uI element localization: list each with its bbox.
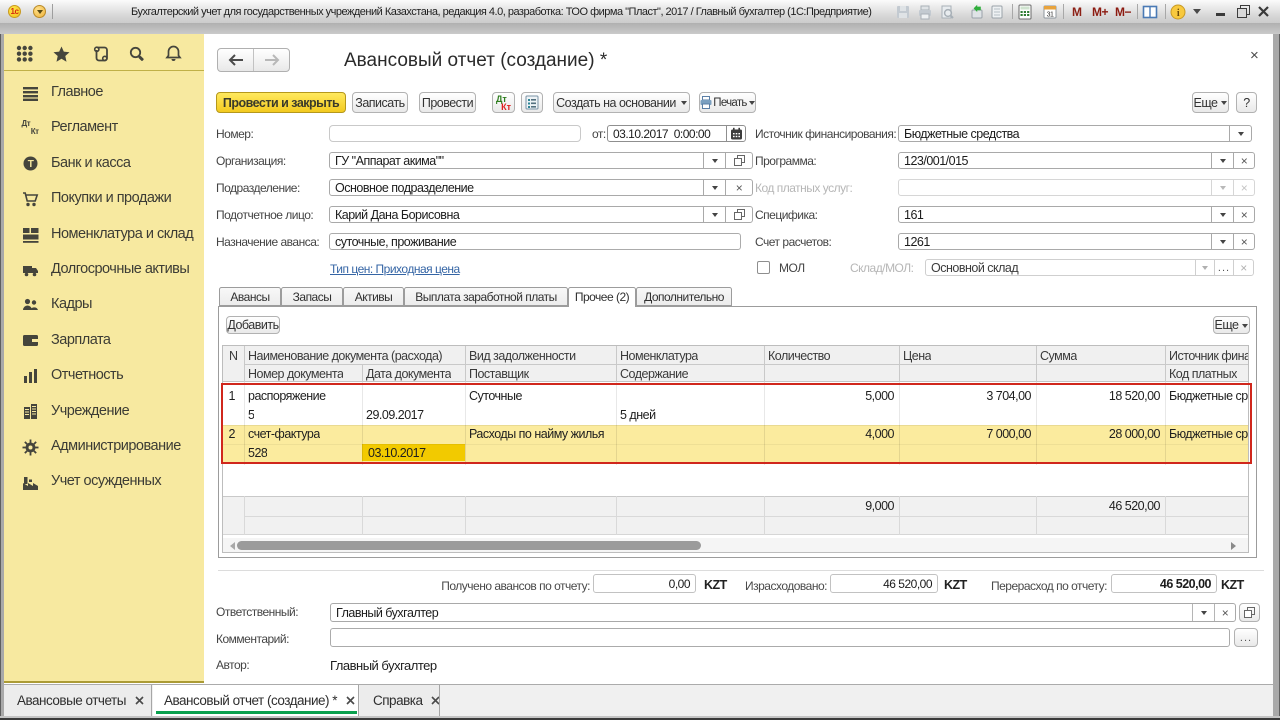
svg-text:31: 31 [1047, 12, 1054, 19]
svg-text:Т: Т [27, 159, 33, 170]
